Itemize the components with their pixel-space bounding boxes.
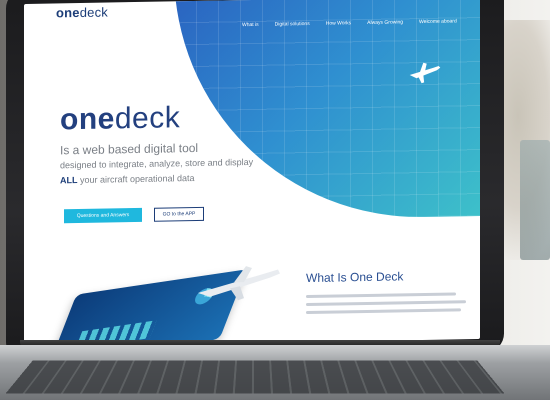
nav-item-welcome-aboard[interactable]: Welcome aboard [419, 18, 457, 25]
nav-item-how-works[interactable]: How Works [326, 20, 351, 26]
laptop-keyboard [5, 360, 505, 394]
nav-item-always-growing[interactable]: Always Growing [367, 19, 403, 26]
page-title: onedeck [60, 101, 180, 137]
tagline-rest: your aircraft operational data [77, 173, 195, 186]
body-text-line [306, 292, 456, 299]
headline-deck-text: deck [114, 101, 181, 136]
hero-wave-graphic [174, 0, 480, 222]
questions-answers-button[interactable]: Questions and Answers [64, 207, 142, 224]
go-to-app-button[interactable]: GO to the APP [154, 206, 204, 222]
tagline-bold: ALL [60, 175, 78, 186]
tagline-line-1: Is a web based digital tool [60, 140, 199, 158]
what-is-section-title: What Is One Deck [306, 269, 404, 286]
headline-one-text: one [60, 102, 115, 137]
body-text-line [306, 308, 461, 315]
plane-icon [409, 62, 441, 84]
plane-illustration-icon [198, 266, 280, 301]
laptop-screen: onedeck What is Digital solutions How Wo… [24, 0, 480, 347]
background-shelf [520, 140, 550, 260]
logo-deck-text: deck [79, 4, 108, 21]
tagline-line-2: designed to integrate, analyze, store an… [60, 156, 254, 171]
logo-one-text: one [56, 5, 80, 21]
nav-item-digital-solutions[interactable]: Digital solutions [275, 21, 310, 28]
nav-item-what-is[interactable]: What is [242, 22, 259, 28]
body-text-line [306, 300, 466, 307]
site-logo[interactable]: onedeck [56, 5, 108, 21]
tagline-line-3: ALL your aircraft operational data [60, 173, 195, 185]
